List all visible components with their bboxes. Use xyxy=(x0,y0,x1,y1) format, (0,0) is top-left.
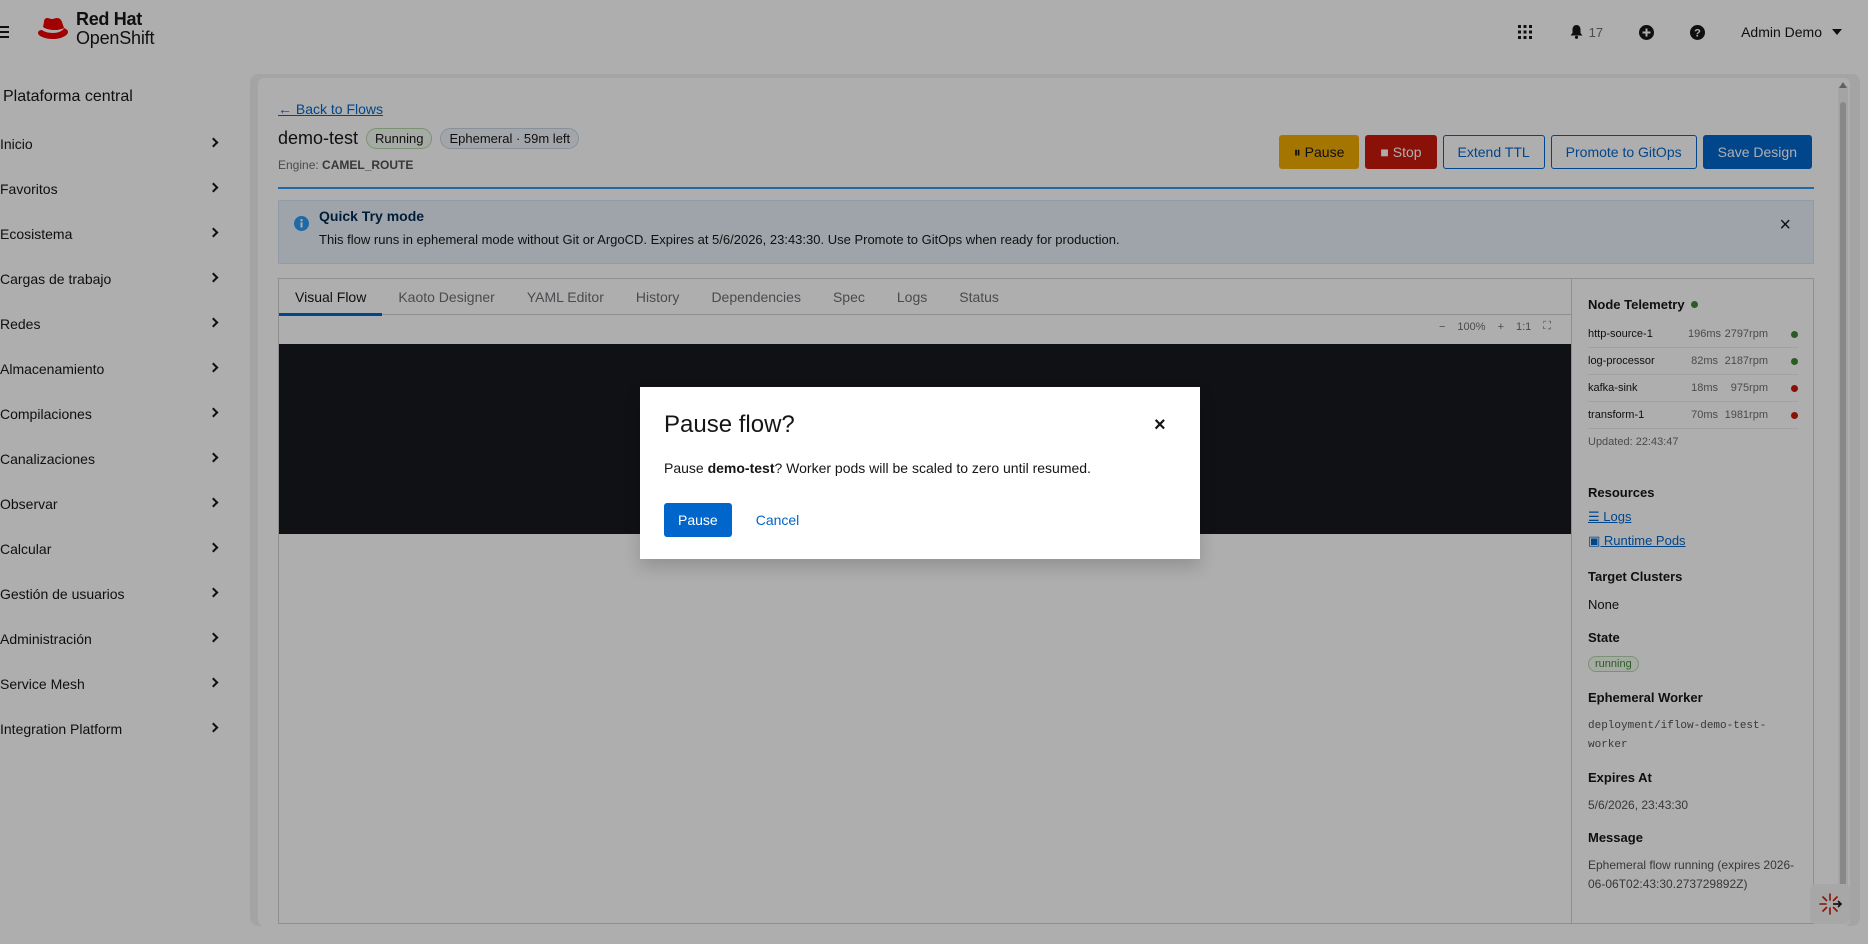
modal-body: Pause demo-test? Worker pods will be sca… xyxy=(664,460,1091,476)
confirm-pause-button[interactable]: Pause xyxy=(664,503,732,537)
pause-flow-modal: Pause flow? × Pause demo-test? Worker po… xyxy=(640,387,1200,559)
modal-title: Pause flow? xyxy=(664,411,795,438)
modal-body-suffix: ? Worker pods will be scaled to zero unt… xyxy=(774,460,1091,476)
modal-footer: Pause Cancel xyxy=(664,503,799,537)
close-icon[interactable]: × xyxy=(1154,415,1166,435)
modal-flow-name: demo-test xyxy=(707,460,775,476)
modal-body-prefix: Pause xyxy=(664,460,708,476)
cancel-button[interactable]: Cancel xyxy=(756,512,800,528)
